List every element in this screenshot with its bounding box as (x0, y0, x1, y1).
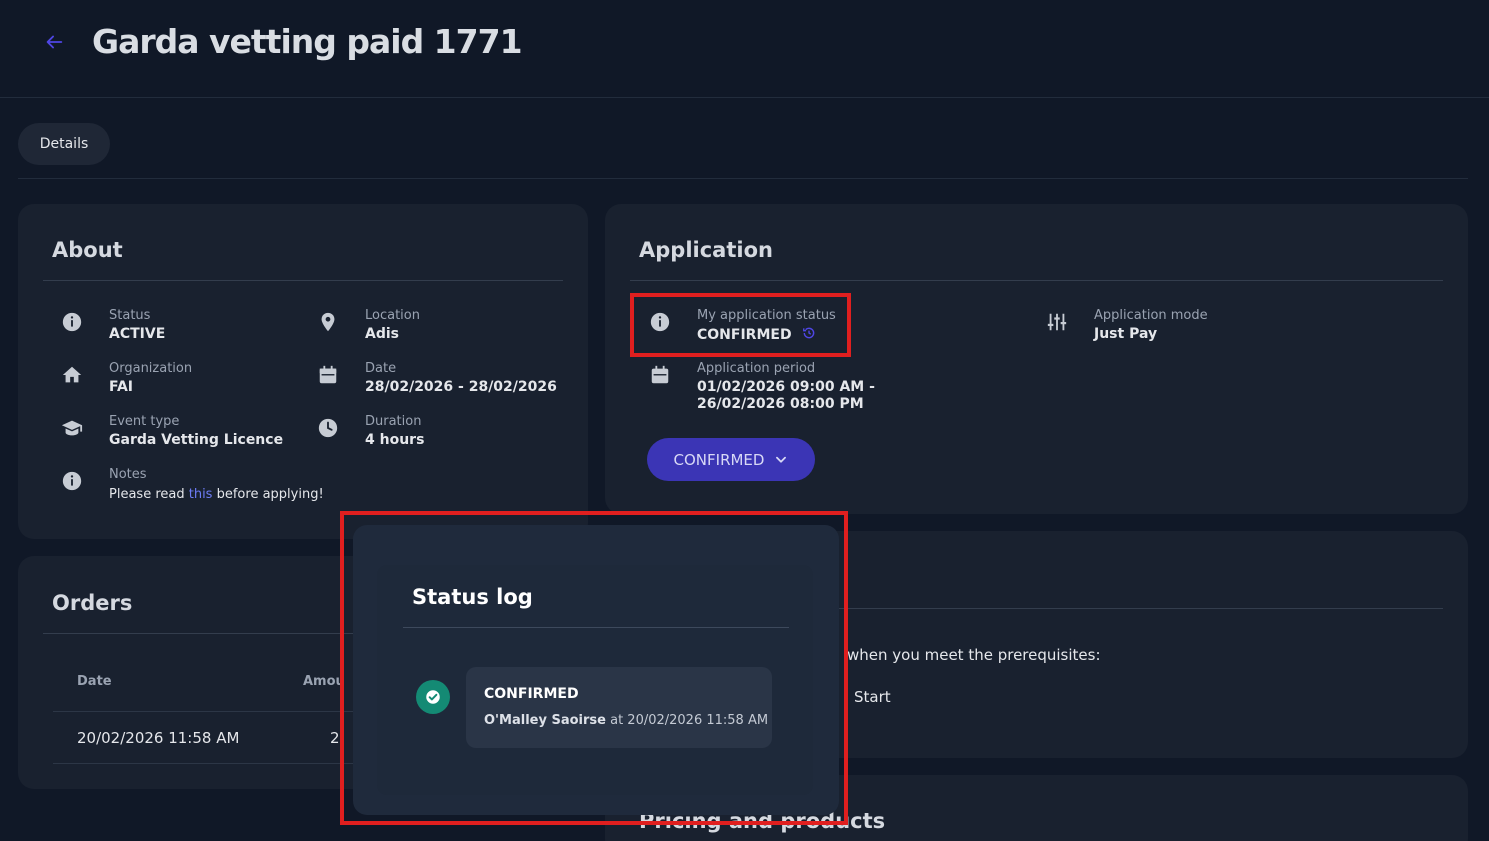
location-pin-icon (316, 310, 340, 334)
application-divider (630, 280, 1443, 281)
arrow-left-icon (46, 35, 63, 49)
notes-label: Notes (109, 467, 147, 482)
chevron-down-icon (776, 456, 787, 463)
organization-label: Organization (109, 361, 193, 376)
application-title: Application (639, 238, 773, 262)
application-mode-value: Just Pay (1094, 326, 1158, 342)
about-title: About (52, 238, 123, 262)
about-card: About Status ACTIVE Location Adis Organi… (18, 204, 588, 539)
my-status-highlight (630, 293, 851, 357)
application-mode-label: Application mode (1094, 308, 1208, 323)
status-dropdown-label: CONFIRMED (673, 450, 765, 469)
location-label: Location (365, 308, 420, 323)
sliders-icon (1045, 310, 1069, 334)
info-icon (60, 469, 84, 493)
event-type-value: Garda Vetting Licence (109, 432, 284, 448)
orders-column-date: Date (77, 674, 112, 689)
status-label: Status (109, 308, 151, 323)
calendar-icon (648, 363, 672, 387)
date-value: 28/02/2026 - 28/02/2026 (365, 379, 557, 395)
status-dropdown-button[interactable]: CONFIRMED (647, 438, 815, 481)
about-divider (43, 280, 563, 281)
info-icon (60, 310, 84, 334)
orders-column-amount: Amou (303, 674, 345, 689)
notes-value: Please read this before applying! (109, 487, 324, 502)
organization-value: FAI (109, 379, 134, 395)
location-value: Adis (365, 326, 399, 342)
duration-label: Duration (365, 414, 422, 429)
prerequisites-text: when you meet the prerequisites: (847, 646, 1101, 664)
graduation-cap-icon (60, 416, 84, 440)
duration-value: 4 hours (365, 432, 425, 448)
clock-icon (316, 416, 340, 440)
orders-title: Orders (52, 591, 133, 615)
prerequisites-item: Start (854, 688, 891, 706)
page-title: Garda vetting paid 1771 (92, 22, 523, 61)
status-value: ACTIVE (109, 326, 166, 342)
application-period-label: Application period (697, 361, 816, 376)
calendar-icon (316, 363, 340, 387)
event-type-label: Event type (109, 414, 180, 429)
tab-divider (18, 178, 1468, 179)
notes-suffix: before applying! (212, 487, 324, 502)
tab-details[interactable]: Details (18, 123, 110, 165)
notes-link[interactable]: this (189, 487, 213, 502)
date-label: Date (365, 361, 397, 376)
orders-row-amount: 2 (330, 729, 340, 747)
orders-row-date: 20/02/2026 11:58 AM (77, 729, 240, 747)
application-period-line2: 26/02/2026 08:00 PM (697, 396, 864, 412)
home-icon (60, 363, 84, 387)
notes-prefix: Please read (109, 487, 189, 502)
application-period-line1: 01/02/2026 09:00 AM - (697, 379, 875, 395)
back-button[interactable] (38, 28, 70, 56)
status-log-highlight (340, 511, 848, 825)
page-header: Garda vetting paid 1771 (0, 0, 1489, 98)
